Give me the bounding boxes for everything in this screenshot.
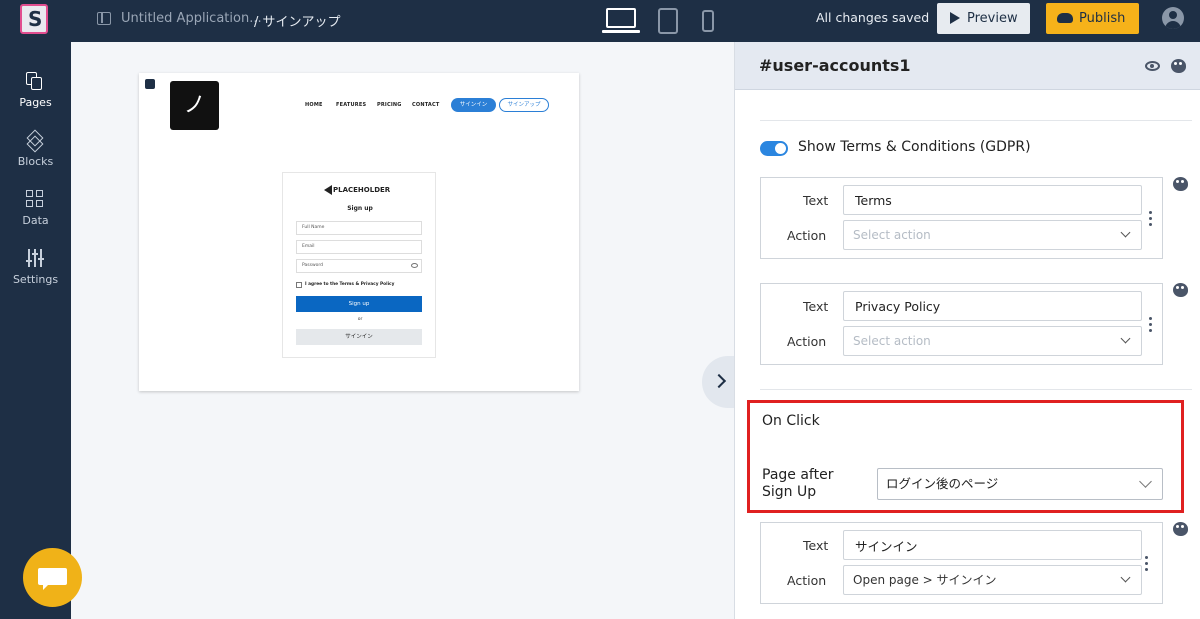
blocks-icon bbox=[25, 129, 45, 153]
palette-icon[interactable] bbox=[1173, 177, 1188, 191]
select-value: Select action bbox=[853, 334, 931, 348]
page-after-signup-select[interactable]: ログイン後のページ bbox=[877, 468, 1163, 500]
panel-header: #user-accounts1 bbox=[735, 42, 1200, 90]
cloud-upload-icon bbox=[1057, 13, 1073, 23]
publish-button[interactable]: Publish bbox=[1046, 3, 1139, 34]
properties-panel: #user-accounts1 Show Terms & Conditions … bbox=[734, 42, 1200, 619]
gdpr-toggle[interactable] bbox=[760, 141, 788, 156]
show-password-icon[interactable] bbox=[411, 263, 418, 268]
signin-alt-button[interactable]: サインイン bbox=[296, 329, 422, 345]
site-nav-pricing[interactable]: PRICING bbox=[377, 102, 402, 108]
password-placeholder: Password bbox=[302, 263, 324, 268]
text-label: Text bbox=[803, 538, 829, 553]
signin-text-input[interactable] bbox=[843, 530, 1142, 560]
sidebar-item-settings[interactable]: Settings bbox=[0, 241, 71, 291]
play-icon bbox=[950, 12, 960, 24]
app-title[interactable]: Untitled Application... bbox=[121, 11, 262, 26]
action-label: Action bbox=[787, 573, 827, 588]
signin-action-select[interactable]: Open page > サインイン bbox=[843, 565, 1142, 595]
signin-link-group: Text Action Open page > サインイン bbox=[760, 522, 1163, 604]
palette-icon[interactable] bbox=[1173, 522, 1188, 536]
site-nav-home[interactable]: HOME bbox=[305, 102, 323, 108]
mobile-view-icon[interactable] bbox=[702, 10, 714, 32]
document-icon bbox=[97, 12, 111, 25]
pages-icon bbox=[26, 72, 44, 90]
site-logo[interactable]: ノ bbox=[170, 81, 219, 130]
placeholder-logo: PLACEHOLDER bbox=[323, 185, 391, 195]
terms-text: I agree to the Terms & Privacy Policy bbox=[305, 282, 395, 287]
chevron-down-icon bbox=[1120, 333, 1131, 344]
logo-letter: S bbox=[28, 7, 43, 31]
sidebar-item-data[interactable]: Data bbox=[0, 182, 71, 232]
site-signup-button[interactable]: サインアップ bbox=[499, 98, 549, 112]
panel-title: #user-accounts1 bbox=[759, 56, 911, 75]
chevron-down-icon bbox=[1139, 475, 1152, 488]
tablet-view-icon[interactable] bbox=[658, 8, 678, 34]
editor-canvas: ノ HOME FEATURES PRICING CONTACT サインイン サイ… bbox=[71, 42, 740, 619]
more-options-icon[interactable] bbox=[1145, 556, 1149, 572]
left-sidebar: Pages Blocks Data Settings bbox=[0, 42, 71, 619]
user-avatar-icon[interactable] bbox=[1162, 7, 1184, 29]
signup-title: Sign up bbox=[347, 205, 373, 212]
lock-icon[interactable] bbox=[145, 79, 155, 89]
site-nav-contact[interactable]: CONTACT bbox=[412, 102, 439, 108]
preview-label: Preview bbox=[967, 11, 1018, 26]
terms-text-input[interactable] bbox=[843, 185, 1142, 215]
sidebar-item-label: Pages bbox=[19, 96, 52, 109]
signup-submit-button[interactable]: Sign up bbox=[296, 296, 422, 312]
select-value: Open page > サインイン bbox=[853, 573, 997, 587]
privacy-text-input[interactable] bbox=[843, 291, 1142, 321]
settings-icon bbox=[26, 249, 44, 267]
desktop-view-icon[interactable] bbox=[602, 8, 640, 33]
sidebar-item-pages[interactable]: Pages bbox=[0, 64, 71, 114]
sidebar-item-blocks[interactable]: Blocks bbox=[0, 123, 71, 173]
page-breadcrumb[interactable]: / サインアップ bbox=[254, 11, 341, 30]
more-options-icon[interactable] bbox=[1149, 211, 1153, 227]
site-nav-features[interactable]: FEATURES bbox=[336, 102, 366, 108]
email-field[interactable]: Email bbox=[296, 240, 422, 254]
chat-button[interactable] bbox=[23, 548, 82, 607]
privacy-action-select[interactable]: Select action bbox=[843, 326, 1142, 356]
page-preview-frame[interactable]: ノ HOME FEATURES PRICING CONTACT サインイン サイ… bbox=[139, 73, 579, 391]
on-click-title: On Click bbox=[762, 413, 820, 429]
text-label: Text bbox=[803, 193, 829, 208]
or-separator: or bbox=[357, 317, 363, 322]
gdpr-toggle-label: Show Terms & Conditions (GDPR) bbox=[798, 139, 1031, 155]
app-logo[interactable]: S bbox=[20, 4, 48, 34]
sidebar-item-label: Blocks bbox=[17, 155, 54, 168]
password-field[interactable]: Password bbox=[296, 259, 422, 273]
terms-checkbox[interactable] bbox=[296, 282, 302, 288]
action-label: Action bbox=[787, 228, 827, 243]
select-value: Select action bbox=[853, 228, 931, 242]
terms-action-select[interactable]: Select action bbox=[843, 220, 1142, 250]
text-label: Text bbox=[803, 299, 829, 314]
publish-label: Publish bbox=[1079, 11, 1126, 26]
action-label: Action bbox=[787, 334, 827, 349]
signup-card[interactable]: PLACEHOLDER Sign up Full Name Email Pass… bbox=[282, 172, 436, 358]
on-click-section: On Click Page after Sign Up ログイン後のページ bbox=[747, 400, 1184, 513]
page-after-signup-label: Page after Sign Up bbox=[762, 467, 834, 500]
fullname-field[interactable]: Full Name bbox=[296, 221, 422, 235]
eye-icon[interactable] bbox=[1145, 61, 1160, 71]
save-status: All changes saved bbox=[816, 10, 930, 25]
terms-link-group: Text Action Select action bbox=[760, 177, 1163, 259]
more-options-icon[interactable] bbox=[1149, 317, 1153, 333]
divider bbox=[760, 120, 1192, 121]
chevron-down-icon bbox=[1120, 227, 1131, 238]
privacy-link-group: Text Action Select action bbox=[760, 283, 1163, 365]
chat-icon bbox=[38, 568, 67, 590]
sidebar-item-label: Settings bbox=[12, 273, 59, 286]
preview-button[interactable]: Preview bbox=[937, 3, 1030, 34]
palette-icon[interactable] bbox=[1173, 283, 1188, 297]
palette-icon[interactable] bbox=[1171, 59, 1186, 73]
data-icon bbox=[26, 190, 44, 208]
divider bbox=[760, 389, 1192, 390]
sidebar-item-label: Data bbox=[22, 214, 49, 227]
top-bar: S Untitled Application... / サインアップ All c… bbox=[0, 0, 1200, 42]
site-signin-button[interactable]: サインイン bbox=[451, 98, 496, 112]
chevron-down-icon bbox=[1120, 572, 1131, 583]
select-value: ログイン後のページ bbox=[886, 476, 999, 491]
